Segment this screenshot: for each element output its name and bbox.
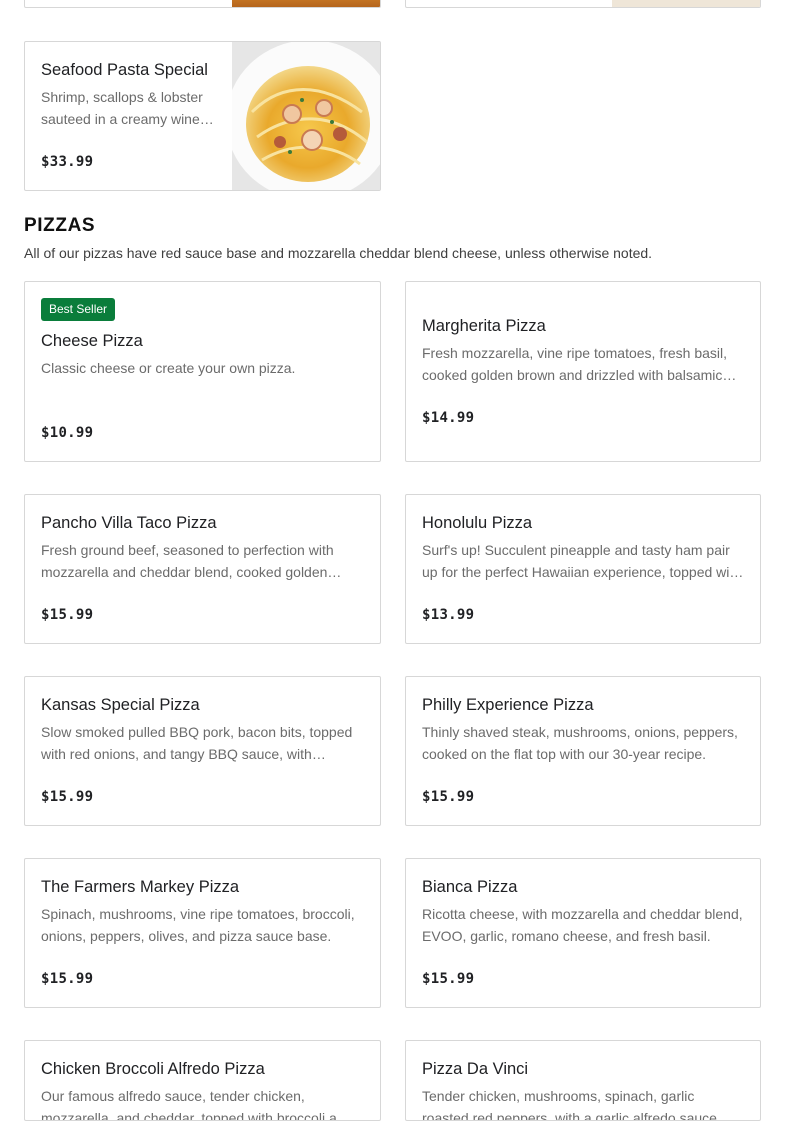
- menu-item-price: $14.99: [422, 410, 475, 426]
- menu-item-price: $33.99: [41, 154, 94, 170]
- menu-item-price: $10.99: [41, 425, 94, 441]
- menu-item-card-margherita-pizza[interactable]: Margherita Pizza Fresh mozzarella, vine …: [405, 281, 761, 462]
- menu-item-price: $15.99: [422, 789, 475, 805]
- section-title: PIZZAS: [24, 215, 96, 236]
- menu-item-description: Fresh mozzarella, vine ripe tomatoes, fr…: [422, 345, 728, 383]
- seafood-pasta-image: [232, 42, 380, 190]
- seafood-pasta-photo: [232, 42, 380, 190]
- menu-item-card-philly-experience-pizza[interactable]: Philly Experience Pizza Thinly shaved st…: [405, 676, 761, 826]
- menu-item-name: Bianca Pizza: [422, 878, 518, 896]
- menu-item-description: Slow smoked pulled BBQ pork, bacon bits,…: [41, 724, 353, 762]
- menu-item-description: Tender chicken, mushrooms, spinach, garl…: [422, 1088, 729, 1121]
- menu-item-card-farmers-markey-pizza[interactable]: The Farmers Markey Pizza Spinach, mushro…: [24, 858, 381, 1008]
- menu-item-name: Chicken Broccoli Alfredo Pizza: [41, 1060, 265, 1078]
- menu-item-description: Our famous alfredo sauce, tender chicken…: [41, 1088, 349, 1121]
- menu-item-card-seafood-pasta[interactable]: Seafood Pasta Special Shrimp, scallops &…: [24, 41, 381, 191]
- menu-item-name: Seafood Pasta Special: [41, 61, 208, 79]
- menu-item-price: $15.99: [41, 607, 94, 623]
- menu-item-name: Pizza Da Vinci: [422, 1060, 529, 1078]
- menu-item-price: $15.99: [422, 971, 475, 987]
- menu-item-name: Philly Experience Pizza: [422, 696, 594, 714]
- pasta-dish-photo: [232, 0, 380, 7]
- menu-item-card-cheese-pizza[interactable]: Best Seller Cheese Pizza Classic cheese …: [24, 281, 381, 462]
- menu-item-name: Kansas Special Pizza: [41, 696, 200, 714]
- best-seller-badge: Best Seller: [41, 298, 116, 321]
- menu-item-card-kansas-special-pizza[interactable]: Kansas Special Pizza Slow smoked pulled …: [24, 676, 381, 826]
- menu-item-description: Fresh ground beef, seasoned to perfectio…: [41, 542, 334, 580]
- menu-item-description: Classic cheese or create your own pizza.: [41, 360, 296, 376]
- menu-item-card-bianca-pizza[interactable]: Bianca Pizza Ricotta cheese, with mozzar…: [405, 858, 761, 1008]
- menu-item-price: $15.99: [41, 971, 94, 987]
- menu-item-description: Spinach, mushrooms, vine ripe tomatoes, …: [41, 906, 355, 944]
- menu-item-name: The Farmers Markey Pizza: [41, 878, 240, 896]
- menu-item-description: Surf's up! Succulent pineapple and tasty…: [422, 542, 742, 580]
- menu-item-card-chicken-broccoli-alfredo-pizza[interactable]: Chicken Broccoli Alfredo Pizza Our famou…: [24, 1040, 381, 1121]
- menu-item-card-pizza-da-vinci[interactable]: Pizza Da Vinci Tender chicken, mushrooms…: [405, 1040, 761, 1121]
- menu-item-price: $15.99: [41, 789, 94, 805]
- menu-item-card-partial-right[interactable]: [405, 0, 761, 8]
- menu-item-name: Pancho Villa Taco Pizza: [41, 514, 217, 532]
- menu-item-description: Shrimp, scallops & lobster sauteed in a …: [41, 89, 203, 127]
- menu-item-price: $13.99: [422, 607, 475, 623]
- plated-dish-photo: [612, 0, 760, 7]
- menu-item-card-pancho-villa-taco-pizza[interactable]: Pancho Villa Taco Pizza Fresh ground bee…: [24, 494, 381, 644]
- menu-item-name: Honolulu Pizza: [422, 514, 533, 532]
- menu-item-name: Margherita Pizza: [422, 317, 546, 335]
- menu-item-description: Thinly shaved steak, mushrooms, onions, …: [422, 724, 738, 762]
- menu-item-description: Ricotta cheese, with mozzarella and ched…: [422, 906, 743, 944]
- section-note: All of our pizzas have red sauce base an…: [24, 245, 653, 261]
- menu-item-card-partial-left[interactable]: [24, 0, 381, 8]
- menu-item-name: Cheese Pizza: [41, 332, 143, 350]
- menu-item-card-honolulu-pizza[interactable]: Honolulu Pizza Surf's up! Succulent pine…: [405, 494, 761, 644]
